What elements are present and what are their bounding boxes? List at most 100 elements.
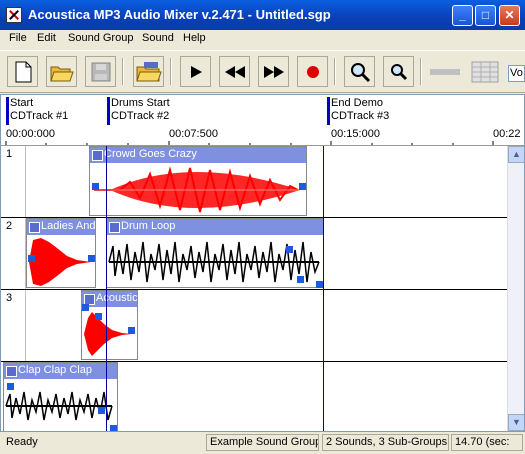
maximize-button[interactable]: □ — [475, 5, 496, 26]
grid-icon — [471, 61, 499, 82]
clip-fade-handle[interactable] — [98, 407, 105, 414]
track-number: 1 — [6, 148, 13, 160]
close-button[interactable]: ✕ — [499, 5, 520, 26]
clip-title[interactable]: Crowd Goes Crazy — [90, 147, 306, 163]
clip-end-handle[interactable] — [88, 255, 95, 262]
folder-group-icon — [135, 61, 162, 81]
marker-name: Start — [10, 97, 34, 109]
waveform-red — [29, 238, 91, 286]
clip-end-handle[interactable] — [110, 425, 117, 431]
menu-file[interactable]: File — [9, 32, 27, 44]
mixer-editor[interactable]: Start CDTrack #1 Drums Start CDTrack #2 … — [0, 94, 525, 432]
menu-sound[interactable]: Sound — [142, 32, 174, 44]
toolbar-separator — [334, 58, 336, 85]
menu-sound-group[interactable]: Sound Group — [68, 32, 133, 44]
track-divider — [25, 146, 26, 217]
window-title: Acoustica MP3 Audio Mixer v.2.471 - Unti… — [28, 7, 331, 22]
menu-help[interactable]: Help — [183, 32, 206, 44]
menu-edit[interactable]: Edit — [37, 32, 56, 44]
volume-slider-button[interactable] — [427, 56, 463, 87]
status-counts: 2 Sounds, 3 Sub-Groups — [322, 434, 449, 451]
track-area[interactable]: 1 Crowd Goes Crazy 2 Ladies And Drum Loo… — [1, 146, 507, 431]
scroll-up-button[interactable]: ▲ — [508, 146, 524, 163]
slider-icon — [430, 68, 460, 75]
scroll-down-button[interactable]: ▼ — [508, 414, 524, 431]
clip-title[interactable]: Ladies And — [27, 219, 95, 235]
new-document-icon — [15, 61, 31, 82]
track-3[interactable]: 3 Acoustic — [1, 290, 507, 362]
toolbar: Vo — [0, 50, 525, 93]
open-button[interactable] — [46, 56, 77, 87]
track-divider — [25, 290, 26, 361]
track-number: 3 — [6, 292, 13, 304]
title-bar: Acoustica MP3 Audio Mixer v.2.471 - Unti… — [0, 0, 525, 30]
vertical-scrollbar[interactable]: ▲ ▼ — [507, 146, 524, 431]
status-group: Example Sound Group — [206, 434, 319, 451]
new-button[interactable] — [7, 56, 38, 87]
clip-title[interactable]: Drum Loop — [107, 219, 323, 235]
save-button[interactable] — [85, 56, 116, 87]
marker-flag[interactable] — [107, 97, 110, 125]
play-button[interactable] — [180, 56, 211, 87]
clip-start-handle[interactable] — [92, 183, 99, 190]
track-2[interactable]: 2 Ladies And Drum Loop — [1, 218, 507, 290]
clip-end-handle[interactable] — [128, 327, 135, 334]
clip-end-handle[interactable] — [316, 281, 323, 288]
track-number: 2 — [6, 220, 13, 232]
play-icon — [190, 65, 202, 78]
clip-title[interactable]: Acoustic — [82, 291, 137, 307]
waveform-red — [94, 166, 300, 213]
marker-flag[interactable] — [327, 97, 330, 125]
track-1[interactable]: 1 Crowd Goes Crazy — [1, 146, 507, 218]
clip-drum-loop[interactable]: Drum Loop — [106, 218, 324, 288]
marker-start[interactable]: Start CDTrack #1 — [6, 97, 68, 125]
clip-title[interactable]: Clap Clap Clap — [4, 363, 117, 379]
mixer-grid-button[interactable] — [469, 56, 501, 87]
time-ruler[interactable]: 00:00:000 00:07:500 00:15:000 00:22 — [1, 127, 524, 146]
status-bar: Ready Example Sound Group 2 Sounds, 3 Su… — [0, 432, 525, 454]
status-text: Ready — [6, 436, 38, 448]
clip-bottom-handle[interactable] — [297, 276, 304, 283]
fast-forward-icon — [263, 65, 284, 78]
clip-crowd-goes-crazy[interactable]: Crowd Goes Crazy — [89, 146, 307, 216]
clip-ladies-and[interactable]: Ladies And — [26, 218, 96, 288]
clip-acoustic[interactable]: Acoustic — [81, 290, 138, 360]
marker-flag[interactable] — [6, 97, 9, 125]
record-button[interactable] — [297, 56, 328, 87]
record-icon — [306, 65, 319, 78]
marker-ruler: Start CDTrack #1 Drums Start CDTrack #2 … — [1, 95, 524, 127]
fast-forward-button[interactable] — [258, 56, 289, 87]
clip-start-handle[interactable] — [7, 383, 14, 390]
open-folder-icon — [49, 66, 74, 81]
clip-start-handle[interactable] — [82, 304, 89, 311]
magnifier-small-icon — [390, 63, 407, 80]
waveform-red — [84, 312, 132, 356]
app-icon[interactable] — [6, 7, 22, 23]
zoom-field[interactable]: Vo — [508, 65, 525, 82]
clip-start-handle[interactable] — [28, 255, 35, 262]
toolbar-separator — [170, 58, 172, 85]
waveform-black — [108, 241, 320, 283]
zoom-out-button[interactable] — [383, 56, 414, 87]
rewind-icon — [224, 65, 245, 78]
track-4[interactable]: Clap Clap Clap — [1, 362, 507, 431]
marker-line-drums-start — [106, 146, 107, 431]
toolbar-separator — [420, 58, 422, 85]
marker-name: Drums Start — [111, 97, 170, 109]
toolbar-separator — [122, 58, 124, 85]
zoom-in-button[interactable] — [344, 56, 375, 87]
marker-track: CDTrack #3 — [331, 110, 390, 122]
clip-end-handle[interactable] — [299, 183, 306, 190]
clip-fade-handle[interactable] — [286, 246, 293, 253]
waveform-black — [5, 391, 113, 421]
marker-track: CDTrack #2 — [111, 110, 170, 122]
magnifier-icon — [350, 62, 370, 82]
clip-fade-handle[interactable] — [95, 313, 102, 320]
marker-line-end-demo — [323, 146, 324, 431]
marker-drums-start[interactable]: Drums Start CDTrack #2 — [107, 97, 170, 125]
rewind-button[interactable] — [219, 56, 250, 87]
minimize-button[interactable]: _ — [452, 5, 473, 26]
open-group-button[interactable] — [133, 56, 164, 87]
marker-end-demo[interactable]: End Demo CDTrack #3 — [327, 97, 390, 125]
clip-clap-clap-clap[interactable]: Clap Clap Clap — [3, 362, 118, 431]
